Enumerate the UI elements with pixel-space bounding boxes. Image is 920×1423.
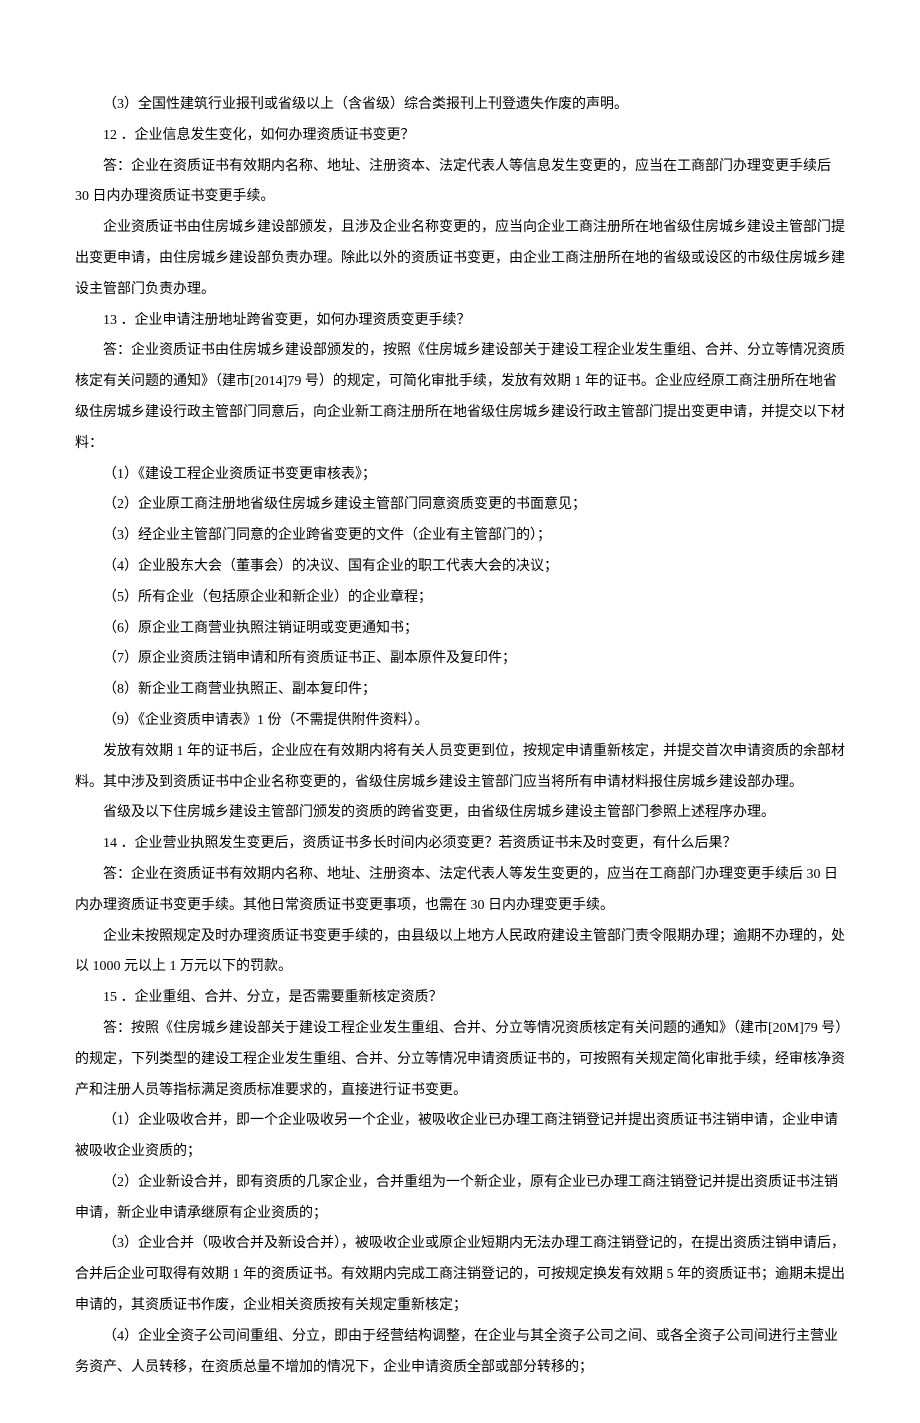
doc-line: （6）原企业工商营业执照注销证明或变更通知书； — [75, 614, 845, 645]
doc-line: （2）企业新设合并，即有资质的几家企业，合并重组为一个新企业，原有企业已办理工商… — [75, 1168, 845, 1230]
doc-line: 省级及以下住房城乡建设主管部门颁发的资质的跨省变更，由省级住房城乡建设主管部门参… — [75, 798, 845, 829]
doc-line: （1）《建设工程企业资质证书变更审核表》； — [75, 460, 845, 491]
doc-line: （2）企业原工商注册地省级住房城乡建设主管部门同意资质变更的书面意见； — [75, 490, 845, 521]
doc-line: 发放有效期 1 年的证书后，企业应在有效期内将有关人员变更到位，按规定申请重新核… — [75, 737, 845, 799]
doc-line: 企业资质证书由住房城乡建设部颁发，且涉及企业名称变更的，应当向企业工商注册所在地… — [75, 213, 845, 305]
doc-line: （7）原企业资质注销申请和所有资质证书正、副本原件及复印件； — [75, 644, 845, 675]
doc-line: 13 ．企业申请注册地址跨省变更，如何办理资质变更手续？ — [75, 306, 845, 337]
doc-line: （1）企业吸收合并，即一个企业吸收另一个企业，被吸收企业已办理工商注销登记并提出… — [75, 1106, 845, 1168]
doc-line: （5）所有企业（包括原企业和新企业）的企业章程； — [75, 583, 845, 614]
doc-line: （4）企业全资子公司间重组、分立，即由于经营结构调整，在企业与其全资子公司之间、… — [75, 1322, 845, 1384]
doc-line: （3）企业合并（吸收合并及新设合并），被吸收企业或原企业短期内无法办理工商注销登… — [75, 1229, 845, 1321]
doc-line: （3）经企业主管部门同意的企业跨省变更的文件（企业有主管部门的）； — [75, 521, 845, 552]
doc-line: 14 ．企业营业执照发生变更后，资质证书多长时间内必须变更？若资质证书未及时变更… — [75, 829, 845, 860]
doc-line: （3）全国性建筑行业报刊或省级以上（含省级）综合类报刊上刊登遗失作废的声明。 — [75, 90, 845, 121]
doc-line: 答：按照《住房城乡建设部关于建设工程企业发生重组、合并、分立等情况资质核定有关问… — [75, 1014, 845, 1106]
doc-line: 答：企业资质证书由住房城乡建设部颁发的，按照《住房城乡建设部关于建设工程企业发生… — [75, 336, 845, 459]
doc-line: 企业未按照规定及时办理资质证书变更手续的，由县级以上地方人民政府建设主管部门责令… — [75, 922, 845, 984]
doc-line: 答：企业在资质证书有效期内名称、地址、注册资本、法定代表人等信息发生变更的，应当… — [75, 152, 845, 214]
doc-line: 答：企业在资质证书有效期内名称、地址、注册资本、法定代表人等发生变更的，应当在工… — [75, 860, 845, 922]
doc-line: 12 ．企业信息发生变化，如何办理资质证书变更？ — [75, 121, 845, 152]
doc-line: （8）新企业工商营业执照正、副本复印件； — [75, 675, 845, 706]
doc-line: （4）企业股东大会（董事会）的决议、国有企业的职工代表大会的决议； — [75, 552, 845, 583]
doc-line: 15 ．企业重组、合并、分立，是否需要重新核定资质？ — [75, 983, 845, 1014]
doc-line: （9）《企业资质申请表》1 份（不需提供附件资料）。 — [75, 706, 845, 737]
